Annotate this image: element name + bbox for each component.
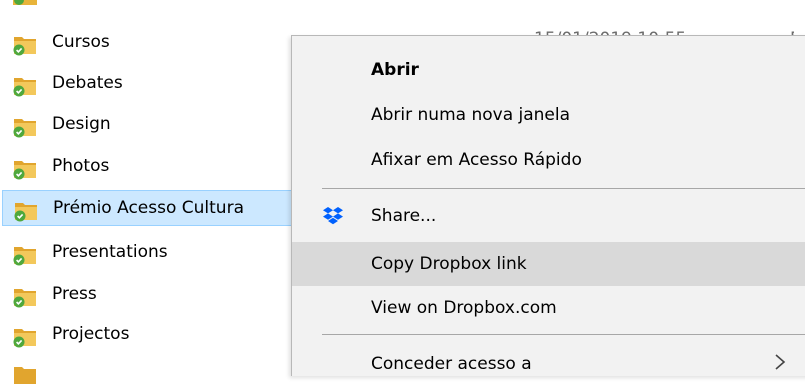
menu-item-abrir-nova-janela[interactable]: Abrir numa nova janela [292,93,805,137]
folder-synced-icon [13,289,36,308]
list-item[interactable]: Photos [0,148,300,184]
folder-synced-icon [13,161,36,180]
file-name: Cursos [52,32,110,52]
list-item[interactable]: Cursos [0,24,300,60]
list-item-selected[interactable]: Prémio Acesso Cultura [2,190,294,226]
menu-item-label: Conceder acesso a [371,354,532,374]
file-name: Debates [52,73,123,93]
chevron-right-icon [775,354,786,370]
file-list: Cursos Debates Design Photos Prémio Aces… [0,0,300,384]
list-item[interactable]: Design [0,106,300,142]
file-name: Presentations [52,242,168,262]
folder-synced-icon [13,0,37,5]
menu-item-label: Abrir [371,60,419,80]
file-name: Design [52,114,111,134]
list-item-partial[interactable] [0,354,300,390]
context-menu: Abrir Abrir numa nova janela Afixar em A… [291,35,805,376]
list-item[interactable]: Presentations [0,234,300,270]
menu-item-label: Afixar em Acesso Rápido [371,150,582,170]
dropbox-icon [323,207,343,225]
list-item[interactable]: Press [0,276,300,312]
folder-synced-icon [14,203,37,222]
menu-separator [322,334,805,335]
menu-item-share[interactable]: Share... [292,194,805,238]
menu-item-label: View on Dropbox.com [371,298,557,318]
folder-synced-icon [13,247,36,266]
menu-item-view-on-dropbox[interactable]: View on Dropbox.com [292,286,805,330]
file-name: Photos [52,156,110,176]
menu-item-label: Share... [371,206,437,226]
folder-synced-icon [13,78,36,97]
folder-synced-icon [14,367,36,384]
folder-synced-icon [13,37,36,56]
menu-item-conceder-acesso[interactable]: Conceder acesso a [292,342,805,386]
menu-separator [322,188,805,189]
menu-item-copy-dropbox-link[interactable]: Copy Dropbox link [292,242,805,286]
file-name: Press [52,284,97,304]
menu-item-label: Abrir numa nova janela [371,105,571,125]
folder-synced-icon [13,329,36,348]
menu-item-abrir[interactable]: Abrir [292,48,805,92]
file-name: Projectos [52,324,130,344]
list-item[interactable]: Projectos [0,316,300,352]
menu-item-afixar-acesso-rapido[interactable]: Afixar em Acesso Rápido [292,138,805,182]
file-name: Prémio Acesso Cultura [53,198,244,218]
list-item[interactable]: Debates [0,65,300,101]
list-item-partial[interactable] [0,0,300,10]
menu-item-label: Copy Dropbox link [371,254,527,274]
folder-synced-icon [13,119,36,138]
